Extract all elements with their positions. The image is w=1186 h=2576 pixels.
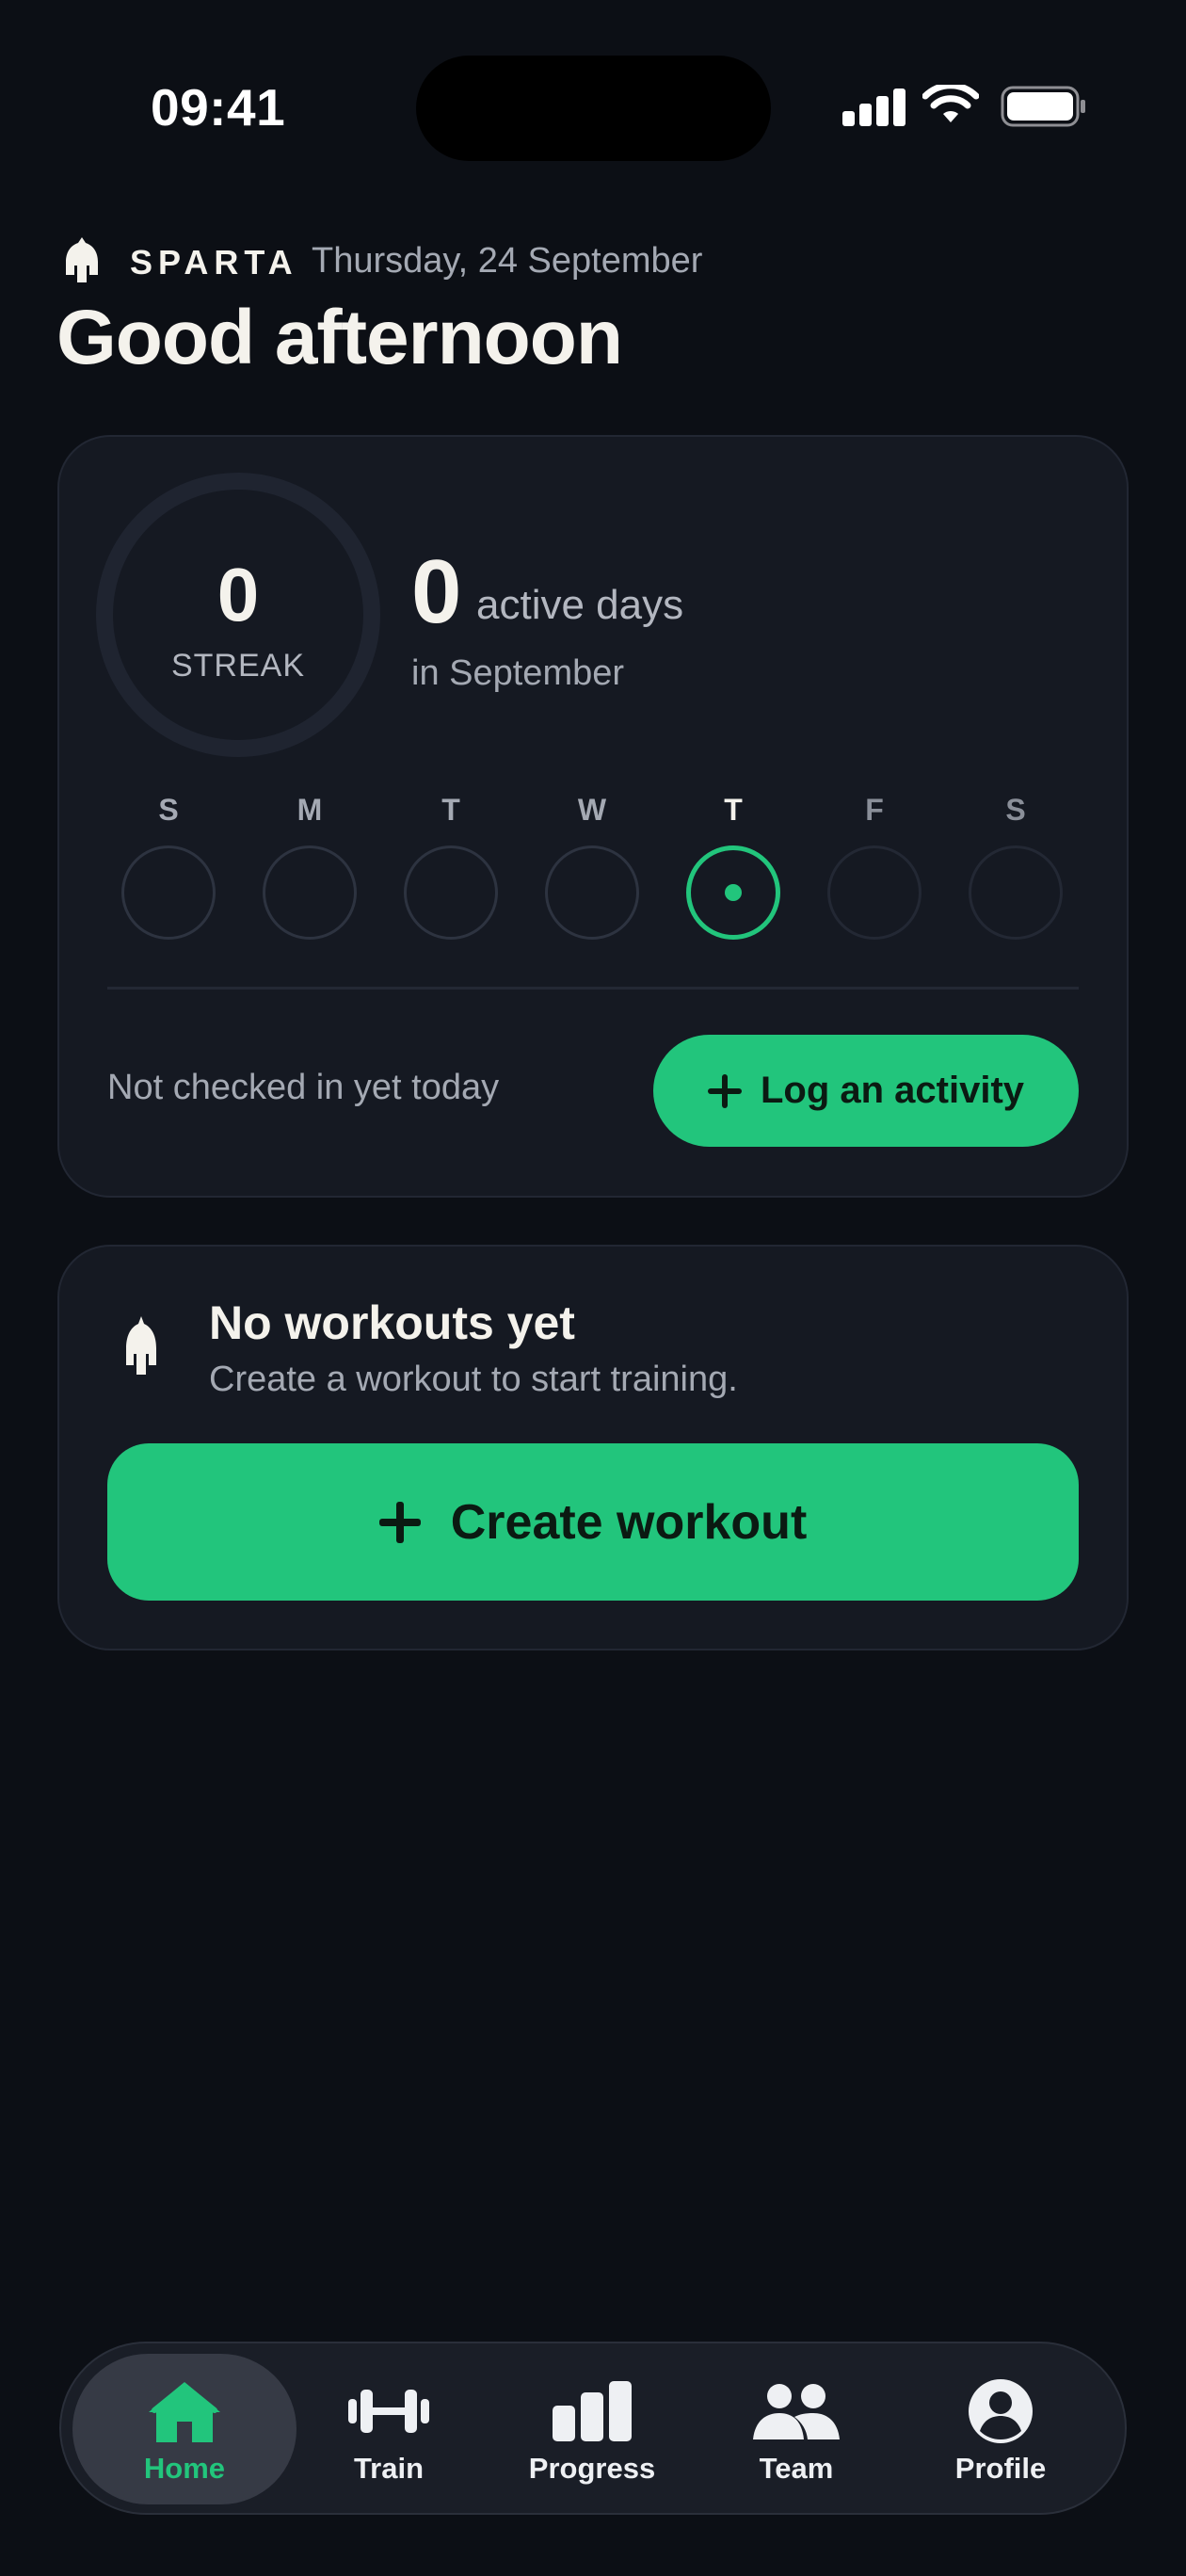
current-date: Thursday, 24 September [312,241,703,281]
checkin-status: Not checked in yet today [107,1068,500,1107]
week-day-letter: T [441,793,460,827]
dumbbell-icon [344,2376,434,2446]
spartan-helmet-icon [126,1316,156,1375]
people-icon [751,2376,841,2446]
bar-chart-icon [547,2376,637,2446]
dynamic-island [416,56,771,161]
tab-label: Profile [954,2452,1047,2485]
week-day-circle[interactable] [263,845,357,940]
empty-state-subtitle: Create a workout to start training. [209,1360,738,1399]
cellular-signal-icon [842,89,906,126]
week-day-letter: S [1005,793,1026,827]
wifi-icon [922,85,979,122]
card-divider [107,987,1079,990]
create-workout-button[interactable]: Create workout [107,1443,1079,1601]
log-activity-label: Log an activity [760,1070,1025,1111]
today-indicator-dot [725,884,742,901]
week-day-letter: W [577,793,607,827]
profile-icon [955,2376,1046,2446]
streak-label: STREAK [170,648,306,684]
week-day-circle[interactable] [545,845,639,940]
tab-team[interactable]: Team [693,2354,900,2504]
streak-value: 0 [216,553,260,636]
tab-progress[interactable]: Progress [489,2354,696,2504]
tab-profile[interactable]: Profile [897,2354,1104,2504]
week-day-circle-today[interactable] [686,845,780,940]
page-title: Good afternoon [56,295,623,380]
week-day-letter: M [296,793,323,827]
week-day-circle[interactable] [121,845,216,940]
active-days-period: in September [411,653,625,693]
active-days-label: active days [476,582,684,628]
active-days-value: 0 [411,541,462,642]
home-icon [139,2376,230,2446]
tab-home[interactable]: Home [72,2354,296,2504]
brand-name: SPARTA [130,243,298,282]
week-day-circle[interactable] [404,845,498,940]
log-activity-button[interactable]: Log an activity [653,1035,1079,1147]
tab-label: Team [759,2452,834,2485]
status-time: 09:41 [151,78,286,137]
tab-label: Home [143,2452,226,2485]
tab-train[interactable]: Train [285,2354,492,2504]
spartan-helmet-icon [66,237,98,282]
plus-icon [378,1501,421,1543]
tab-label: Progress [528,2452,656,2485]
plus-icon [707,1073,742,1108]
battery-icon [1001,86,1085,127]
empty-state-title: No workouts yet [209,1296,575,1349]
tab-label: Train [353,2452,425,2485]
week-day-letter-today: T [724,793,743,827]
week-day-circle[interactable] [827,845,922,940]
week-day-letter: S [158,793,179,827]
week-day-circle[interactable] [969,845,1063,940]
create-workout-label: Create workout [450,1494,808,1550]
week-day-letter: F [865,793,884,827]
